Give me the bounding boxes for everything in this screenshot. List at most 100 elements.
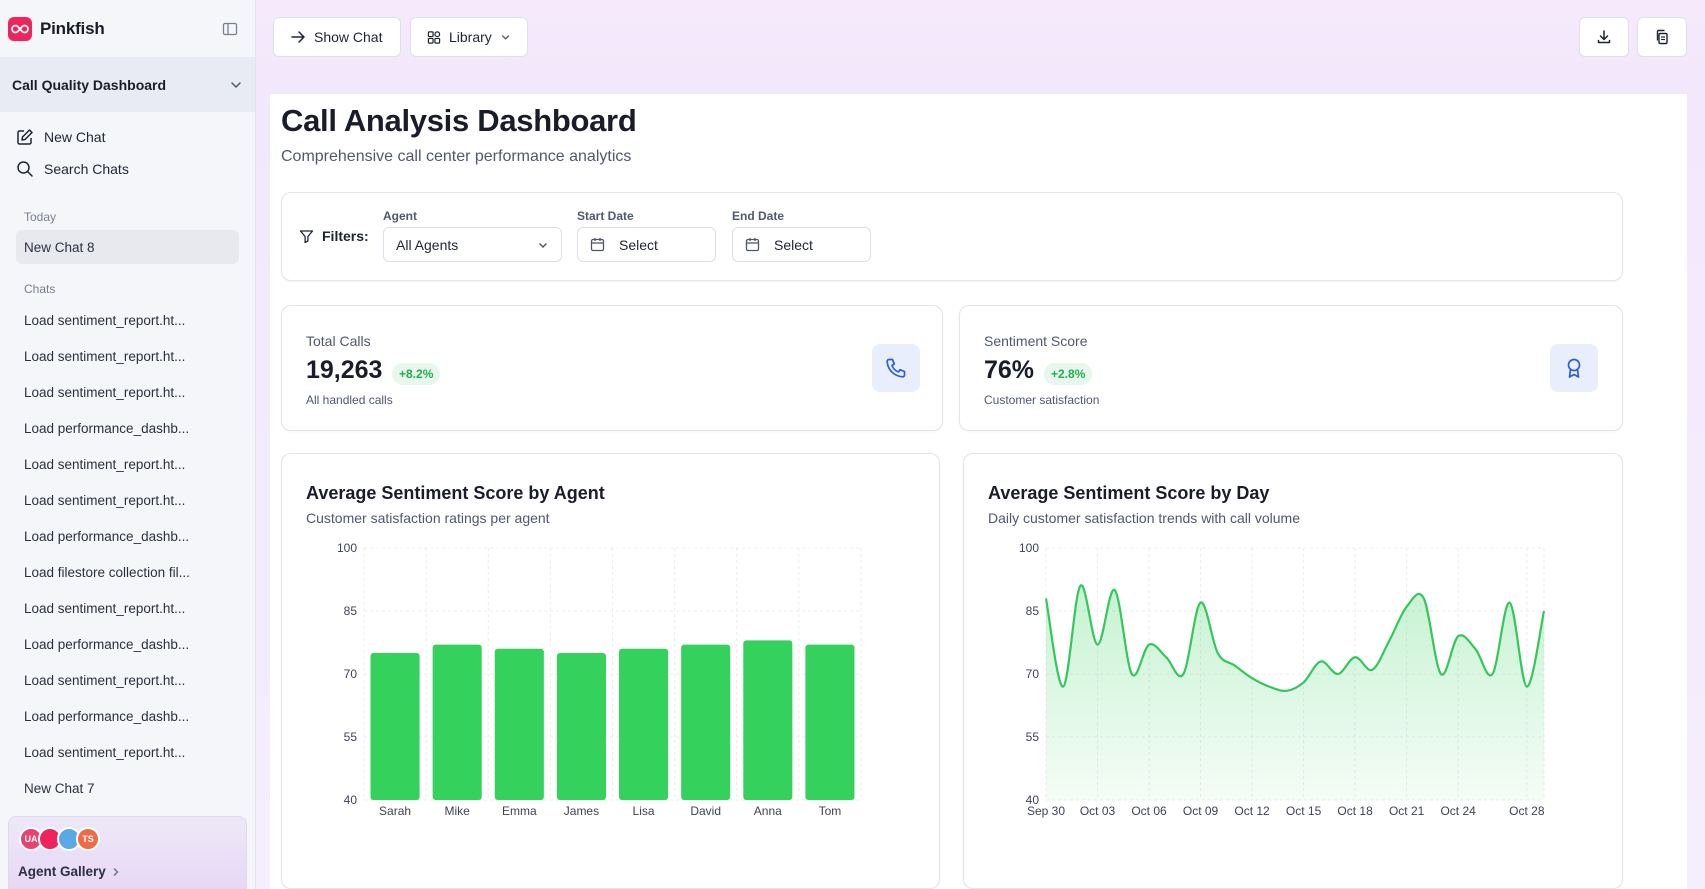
arrow-right-icon — [291, 31, 305, 43]
y-tick-label: 100 — [1019, 541, 1039, 555]
brand-name: Pinkfish — [40, 19, 105, 38]
bar — [556, 653, 606, 800]
agent-select-value: All Agents — [396, 236, 459, 253]
chat-item[interactable]: Load sentiment_report.ht... — [16, 663, 239, 697]
agent-gallery-link[interactable]: Agent Gallery — [18, 864, 120, 879]
library-icon — [427, 30, 441, 44]
stat-note: All handled calls — [306, 393, 393, 407]
chat-item[interactable]: Load sentiment_report.ht... — [16, 735, 239, 769]
search-chats-label: Search Chats — [44, 161, 129, 177]
x-tick-label: Emma — [502, 804, 537, 818]
y-tick-label: 55 — [1026, 730, 1040, 744]
library-label: Library — [449, 29, 492, 45]
filters-panel: Filters: Agent All Agents Start Date Sel… — [281, 192, 1623, 281]
agent-select[interactable]: All Agents — [383, 227, 562, 262]
bar — [681, 644, 731, 800]
download-icon — [1597, 30, 1611, 44]
search-icon — [17, 161, 33, 177]
agent-avatar: TS — [76, 827, 100, 851]
edit-icon — [17, 129, 33, 145]
start-date-label: Start Date — [577, 209, 634, 223]
y-tick-label: 85 — [1026, 604, 1040, 618]
start-date-picker[interactable]: Select — [577, 227, 716, 262]
chat-item[interactable]: Load sentiment_report.ht... — [16, 375, 239, 409]
x-tick-label: Oct 21 — [1389, 804, 1425, 818]
agent-avatars: UA TS — [19, 827, 100, 851]
show-chat-button[interactable]: Show Chat — [273, 17, 401, 57]
total-calls-card: Total Calls 19,263 +8.2% All handled cal… — [281, 305, 943, 431]
agent-sentiment-bar-chart: 40 55 70 85 100 Sarah Mike Emma James Lisa David An… — [337, 541, 862, 818]
agent-filter-label: Agent — [383, 209, 417, 223]
y-tick-label: 55 — [344, 730, 358, 744]
chat-item[interactable]: Load performance_dashb... — [16, 627, 239, 661]
x-tick-label: James — [564, 804, 599, 818]
chat-item[interactable]: Load sentiment_report.ht... — [16, 591, 239, 625]
end-date-value: Select — [774, 236, 813, 253]
pinkfish-logo-icon — [8, 17, 32, 41]
bar — [370, 653, 420, 800]
workspace-selector[interactable]: Call Quality Dashboard — [0, 57, 255, 112]
copy-button[interactable] — [1637, 17, 1687, 57]
x-tick-label: Oct 24 — [1440, 804, 1476, 818]
calendar-icon — [590, 238, 605, 252]
chat-item[interactable]: New Chat 7 — [16, 771, 239, 805]
page-subtitle: Comprehensive call center performance an… — [281, 148, 632, 165]
start-date-value: Select — [619, 236, 658, 253]
chat-item[interactable]: Load filestore collection fil... — [16, 555, 239, 589]
chat-item[interactable]: Load sentiment_report.ht... — [16, 447, 239, 481]
chevron-down-icon — [501, 35, 510, 40]
bar — [805, 644, 855, 800]
daily-sentiment-chart-card: Average Sentiment Score by Day Daily cus… — [963, 453, 1623, 889]
end-date-label: End Date — [732, 209, 785, 223]
bar — [743, 640, 793, 800]
end-date-picker[interactable]: Select — [732, 227, 871, 262]
agent-gallery-label: Agent Gallery — [18, 864, 106, 879]
chat-item[interactable]: Load performance_dashb... — [16, 519, 239, 553]
x-tick-label: Lisa — [633, 804, 655, 818]
stat-value: 76% — [984, 356, 1035, 384]
filter-icon — [299, 229, 314, 243]
daily-sentiment-area-chart: 40557085100Sep 30 Oct 03 Oct 06 Oct 09 Oct 1… — [1019, 541, 1546, 818]
stat-value: 19,263 — [306, 356, 383, 384]
phone-icon — [872, 344, 920, 392]
x-tick-label: Oct 09 — [1183, 804, 1219, 818]
stat-change-badge: +2.8% — [1044, 363, 1093, 385]
chevron-down-icon — [539, 242, 547, 248]
workspace-label: Call Quality Dashboard — [12, 76, 167, 93]
sentiment-score-card: Sentiment Score 76% +2.8% Customer satis… — [959, 305, 1623, 431]
x-tick-label: Oct 03 — [1080, 804, 1116, 818]
chevron-right-icon — [113, 867, 119, 876]
x-tick-label: Sep 30 — [1027, 804, 1065, 818]
chat-item[interactable]: Load sentiment_report.ht... — [16, 303, 239, 337]
copy-icon — [1656, 29, 1668, 45]
collapse-sidebar-icon[interactable] — [221, 20, 239, 38]
new-chat-label: New Chat — [44, 129, 106, 145]
brand[interactable]: Pinkfish — [8, 17, 105, 41]
y-tick-label: 100 — [337, 541, 357, 555]
filters-label-group: Filters: — [299, 228, 369, 244]
chevron-down-icon — [231, 81, 241, 88]
x-tick-label: Oct 15 — [1286, 804, 1322, 818]
chat-item[interactable]: Load sentiment_report.ht... — [16, 339, 239, 373]
chat-item-today[interactable]: New Chat 8 — [16, 230, 239, 264]
agent-sentiment-chart-card: Average Sentiment Score by Agent Custome… — [281, 453, 940, 889]
search-chats-button[interactable]: Search Chats — [16, 157, 129, 181]
agent-gallery[interactable]: UA TS Agent Gallery — [8, 816, 247, 889]
bar — [432, 644, 482, 800]
stat-label: Sentiment Score — [984, 333, 1088, 349]
chat-item[interactable]: Load sentiment_report.ht... — [16, 483, 239, 517]
dashboard-canvas: Call Analysis Dashboard Comprehensive ca… — [270, 94, 1687, 889]
today-section-label: Today — [24, 210, 57, 224]
chat-item[interactable]: Load performance_dashb... — [16, 411, 239, 445]
y-tick-label: 85 — [344, 604, 358, 618]
library-dropdown[interactable]: Library — [410, 17, 528, 57]
chat-item[interactable]: Load performance_dashb... — [16, 699, 239, 733]
calendar-icon — [745, 238, 760, 252]
stat-change-badge: +8.2% — [392, 363, 441, 385]
download-button[interactable] — [1579, 17, 1629, 57]
bar — [494, 648, 544, 800]
new-chat-button[interactable]: New Chat — [16, 125, 105, 149]
x-tick-label: Oct 28 — [1509, 804, 1545, 818]
y-tick-label: 70 — [344, 667, 358, 681]
filters-label: Filters: — [322, 228, 369, 244]
